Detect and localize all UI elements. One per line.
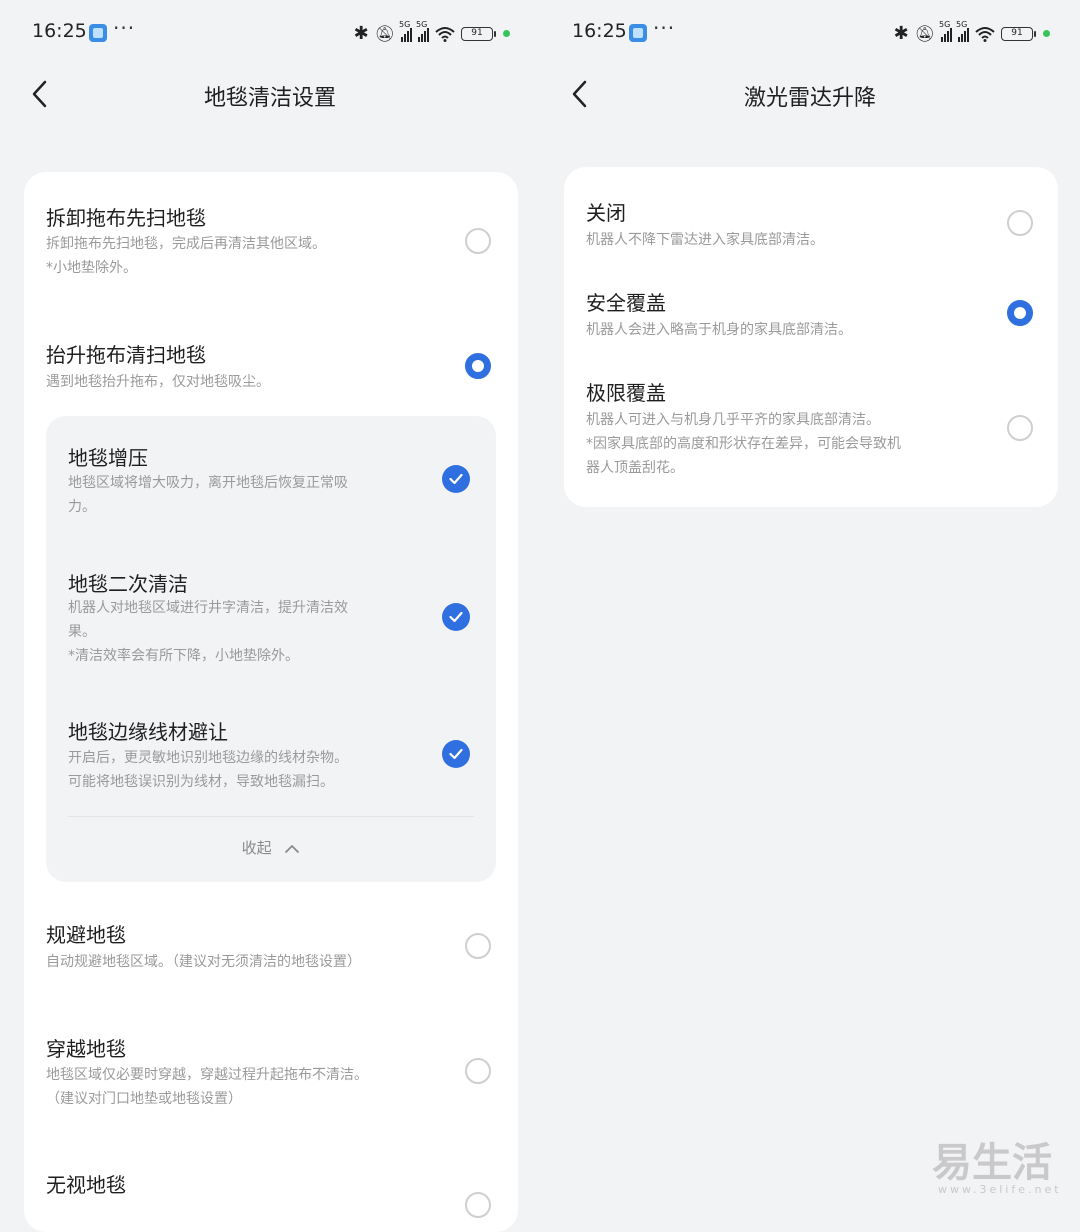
- wifi-icon: [435, 26, 455, 42]
- radio-button[interactable]: [465, 1058, 491, 1084]
- carpet-settings-screen: 16:25 ··· ✱ 🔕︎ 5G 5G 91 地毯清洁设置 拆卸拖布先扫地毯 …: [0, 0, 540, 1232]
- bluetooth-icon: ✱: [893, 23, 909, 44]
- status-time: 16:25: [32, 20, 87, 42]
- more-notifications-icon: ···: [113, 16, 136, 40]
- watermark-logo: 易生活: [932, 1140, 1052, 1186]
- nav-header: 激光雷达升降: [540, 68, 1080, 120]
- lidar-options-card: 关闭 机器人不降下雷达进入家具底部清洁。 安全覆盖 机器人会进入略高于机身的家具…: [564, 167, 1058, 507]
- privacy-indicator: [1043, 30, 1050, 37]
- radio-button[interactable]: [1007, 415, 1033, 441]
- signal-icon: 5G: [416, 20, 429, 42]
- radio-button[interactable]: [465, 1192, 491, 1218]
- radio-button-selected[interactable]: [465, 353, 491, 379]
- page-title: 地毯清洁设置: [203, 86, 336, 111]
- collapse-button[interactable]: 收起: [46, 828, 496, 868]
- radio-button-selected[interactable]: [1007, 300, 1033, 326]
- checkmark-icon[interactable]: [442, 740, 470, 768]
- radio-button[interactable]: [465, 228, 491, 254]
- radio-button[interactable]: [1007, 210, 1033, 236]
- status-time: 16:25: [572, 20, 627, 42]
- lidar-lift-screen: 16:25 ··· ✱ 🔕︎ 5G 5G 91 激光雷达升降 关闭 机器人不降下…: [540, 0, 1080, 1200]
- battery-icon: 91: [461, 26, 496, 41]
- mute-icon: 🔕︎: [374, 24, 395, 43]
- bluetooth-icon: ✱: [353, 23, 369, 44]
- mute-icon: 🔕︎: [914, 24, 935, 43]
- wifi-icon: [975, 26, 995, 42]
- status-bar: 16:25 ··· ✱ 🔕︎ 5G 5G 91: [0, 0, 540, 68]
- carpet-sub-options: 地毯增压 地毯区域将增大吸力，离开地毯后恢复正常吸 力。 地毯二次清洁 机器人对…: [46, 416, 496, 882]
- app-notification-icon: [89, 24, 107, 42]
- battery-icon: 91: [1001, 26, 1036, 41]
- nav-header: 地毯清洁设置: [0, 68, 540, 120]
- signal-icon: 5G: [399, 20, 412, 42]
- page-title: 激光雷达升降: [743, 86, 876, 111]
- chevron-up-icon: [284, 829, 300, 869]
- privacy-indicator: [503, 30, 510, 37]
- divider: [68, 816, 474, 817]
- more-notifications-icon: ···: [653, 16, 676, 40]
- watermark-url: www.3elife.net: [938, 1183, 1062, 1196]
- signal-icon: 5G: [939, 20, 952, 42]
- app-notification-icon: [629, 24, 647, 42]
- checkmark-icon[interactable]: [442, 603, 470, 631]
- status-bar: 16:25 ··· ✱ 🔕︎ 5G 5G 91: [540, 0, 1080, 68]
- checkmark-icon[interactable]: [442, 465, 470, 493]
- radio-button[interactable]: [465, 933, 491, 959]
- carpet-options-card: 拆卸拖布先扫地毯 拆卸拖布先扫地毯，完成后再清洁其他区域。 *小地垫除外。 抬升…: [24, 172, 518, 1232]
- signal-icon: 5G: [956, 20, 969, 42]
